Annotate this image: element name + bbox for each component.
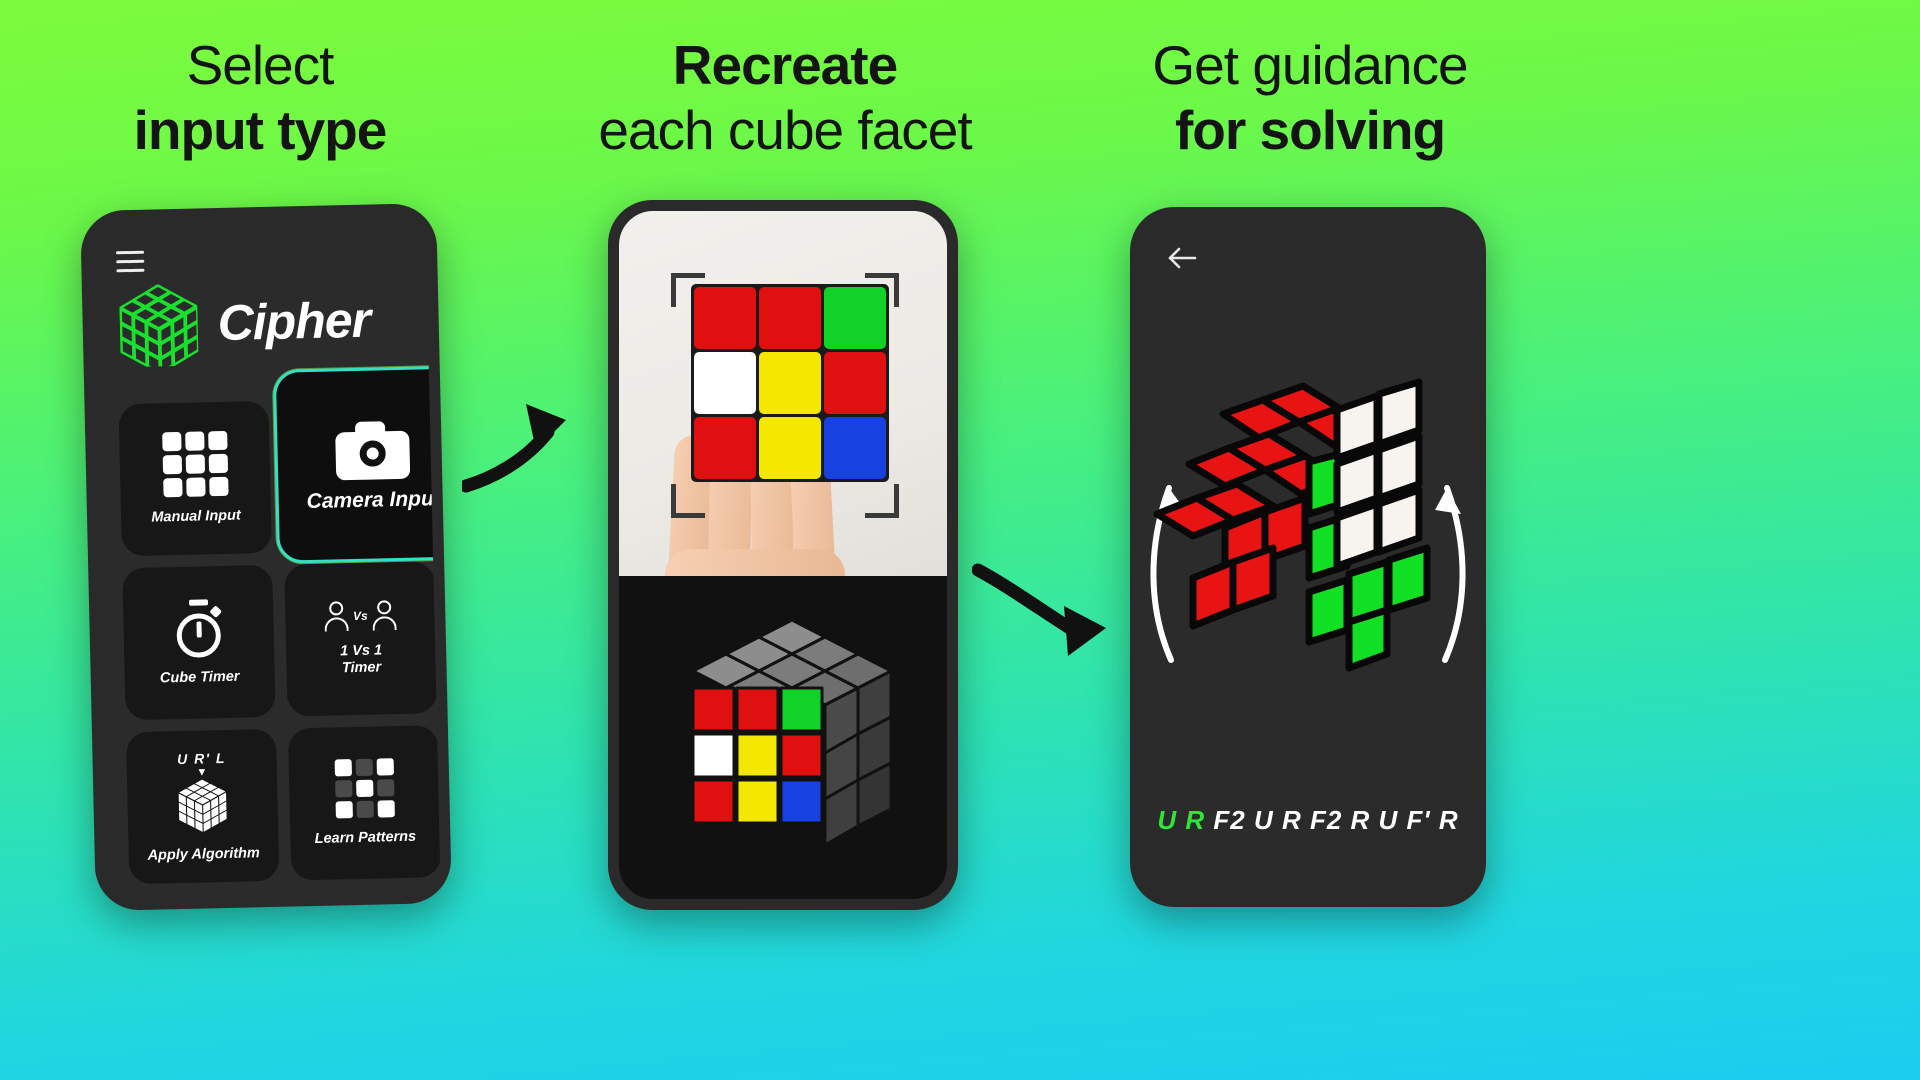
algorithm-sequence: U R F2 U R F2 R U F' R xyxy=(1141,805,1475,836)
heading-1-line-2: input type xyxy=(133,99,388,161)
facelet-1-1[interactable] xyxy=(759,352,821,414)
phone-1-screen: Cipher Manual Input Cube Timer Vs 1 Vs 1… xyxy=(91,214,441,900)
scan-bracket-top-left xyxy=(671,273,705,307)
two-people-vs-icon: Vs xyxy=(324,600,398,632)
app-title: Cipher xyxy=(217,291,371,352)
tile-learn-patterns[interactable]: Learn Patterns xyxy=(287,725,441,881)
hamburger-menu-icon[interactable] xyxy=(116,250,145,279)
connector-arrow-1 xyxy=(462,404,566,493)
cube-3d-preview-svg xyxy=(691,618,893,847)
preview-facelet-0-2 xyxy=(779,686,824,733)
headings-row: Select input type Recreate each cube fac… xyxy=(0,0,1920,190)
scan-bracket-top-right xyxy=(865,273,899,307)
cube-3d-preview[interactable] xyxy=(619,576,947,899)
algorithm-remaining-part: F2 U R F2 R U F' R xyxy=(1213,805,1459,835)
tile-apply-algorithm[interactable]: U R' L ▼ Apply Algorithm xyxy=(125,728,280,885)
heading-column-2: Recreate each cube facet xyxy=(565,34,1005,164)
phone-3-screen: U R F2 U R F2 R U F' R xyxy=(1141,218,1475,896)
rubiks-cube-wireframe-logo xyxy=(119,284,199,368)
preview-facelet-2-1 xyxy=(735,778,780,825)
tile-manual-input[interactable]: Manual Input xyxy=(118,400,272,557)
preview-facelet-1-0 xyxy=(691,732,736,779)
person-icon-left xyxy=(324,601,349,632)
tile-label-cube-timer: Cube Timer xyxy=(159,668,240,686)
heading-3-line-1: Get guidance xyxy=(1152,34,1468,96)
tile-1vs1-timer[interactable]: Vs 1 Vs 1 Timer xyxy=(284,561,438,717)
tile-label-manual-input: Manual Input xyxy=(151,507,241,526)
phone-2-screen xyxy=(619,211,947,899)
down-arrow-icon: ▼ xyxy=(196,765,208,779)
pattern-grid-icon xyxy=(334,758,395,819)
heading-2-line-2: each cube facet xyxy=(598,99,972,161)
phone-mockup-3: U R F2 U R F2 R U F' R xyxy=(1130,207,1486,907)
tile-label-1vs1-timer: 1 Vs 1 Timer xyxy=(340,642,383,677)
facelet-0-1[interactable] xyxy=(759,287,821,349)
facelet-2-0[interactable] xyxy=(694,417,756,479)
arrow-left-icon[interactable] xyxy=(1167,246,1197,270)
heading-2-line-1: Recreate xyxy=(672,34,898,96)
tile-cube-timer[interactable]: Cube Timer xyxy=(122,564,276,721)
solved-cube-illustration[interactable] xyxy=(1141,378,1475,778)
facelet-2-1[interactable] xyxy=(759,417,821,479)
tile-label-apply-algorithm: Apply Algorithm xyxy=(147,844,260,864)
preview-facelet-0-0 xyxy=(691,686,736,733)
preview-facelet-1-2 xyxy=(779,732,824,779)
facelet-1-0[interactable] xyxy=(694,352,756,414)
phone-mockup-1: Cipher Manual Input Cube Timer Vs 1 Vs 1… xyxy=(80,203,452,911)
preview-facelet-0-1 xyxy=(735,686,780,733)
tile-label-learn-patterns: Learn Patterns xyxy=(314,828,417,847)
white-cube-icon xyxy=(178,779,227,832)
algorithm-done-part: U R xyxy=(1157,805,1206,835)
stopwatch-icon xyxy=(170,598,227,658)
tile-label-1vs1-line1: 1 Vs 1 xyxy=(340,642,383,660)
phone-mockup-2 xyxy=(608,200,958,910)
algorithm-hint-text: U R' L xyxy=(176,749,227,767)
vs-label: Vs xyxy=(352,608,368,624)
tile-label-camera-input: Camera Input xyxy=(306,486,441,513)
scan-bracket-bottom-right xyxy=(865,484,899,518)
heading-column-1: Select input type xyxy=(40,34,480,164)
preview-facelet-2-0 xyxy=(691,778,736,825)
tile-camera-input[interactable]: Camera Input xyxy=(272,365,441,564)
preview-facelet-2-2 xyxy=(779,778,824,825)
heading-column-3: Get guidance for solving xyxy=(1090,34,1530,164)
facelet-2-2[interactable] xyxy=(824,417,886,479)
cube-algorithm-icon: U R' L ▼ xyxy=(174,749,230,834)
app-brand-row: Cipher xyxy=(119,278,371,368)
heading-1-line-1: Select xyxy=(186,34,335,96)
camera-icon xyxy=(335,420,411,480)
connector-arrow-2 xyxy=(972,563,1106,656)
person-icon-right xyxy=(372,600,398,631)
grid-3x3-icon xyxy=(161,430,229,498)
camera-viewfinder xyxy=(619,211,947,619)
scan-bracket-bottom-left xyxy=(671,484,705,518)
tile-label-1vs1-line2: Timer xyxy=(341,659,382,677)
preview-facelet-1-1 xyxy=(735,732,780,779)
facelet-1-2[interactable] xyxy=(824,352,886,414)
heading-3-line-2: for solving xyxy=(1174,99,1446,161)
cube-face-scan-grid xyxy=(691,284,889,482)
